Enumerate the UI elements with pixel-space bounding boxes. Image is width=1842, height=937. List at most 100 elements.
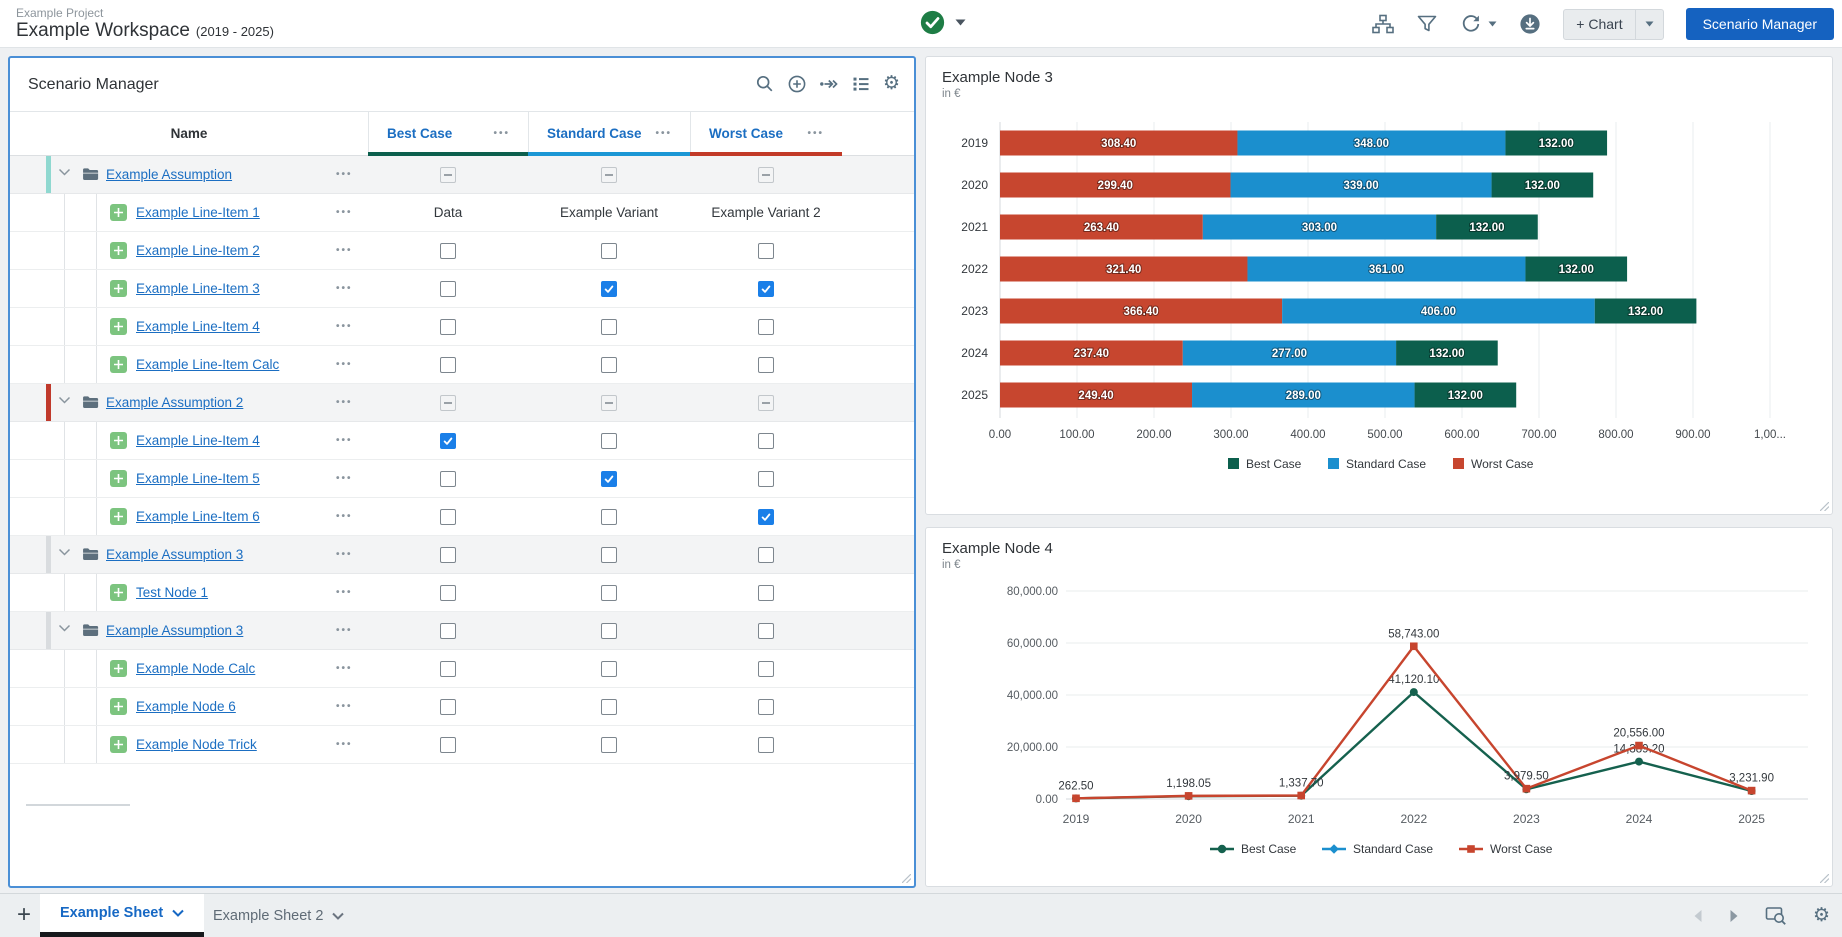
add-chart-split-button[interactable]: + Chart <box>1563 9 1663 40</box>
row-menu-button[interactable]: ••• <box>336 397 353 408</box>
node4-resize-handle[interactable] <box>1820 874 1829 883</box>
node-link[interactable]: Example Line-Item 6 <box>136 509 260 524</box>
collapse-chevron-icon[interactable] <box>58 548 71 557</box>
scenario-checkbox-unchecked[interactable] <box>440 661 456 677</box>
row-menu-button[interactable]: ••• <box>336 739 353 750</box>
scenario-checkbox-unchecked[interactable] <box>758 737 774 753</box>
panel-resize-handle[interactable] <box>902 874 911 883</box>
scenario-checkbox-unchecked[interactable] <box>601 737 617 753</box>
node-link[interactable]: Example Line-Item 1 <box>136 205 260 220</box>
scenario-checkbox-indeterminate[interactable] <box>758 395 774 411</box>
tree-item-row[interactable]: Test Node 1 ••• <box>10 574 914 612</box>
collapse-chevron-icon[interactable] <box>58 396 71 405</box>
node-link[interactable]: Example Assumption 2 <box>106 395 243 410</box>
scenario-checkbox-indeterminate[interactable] <box>601 167 617 183</box>
row-menu-button[interactable]: ••• <box>336 549 353 560</box>
row-menu-button[interactable]: ••• <box>336 625 353 636</box>
scenario-checkbox-unchecked[interactable] <box>440 281 456 297</box>
scenario-checkbox-unchecked[interactable] <box>440 471 456 487</box>
scenario-checkbox-unchecked[interactable] <box>601 509 617 525</box>
row-menu-button[interactable]: ••• <box>336 587 353 598</box>
tree-group-row[interactable]: Example Assumption 3 ••• <box>10 536 914 574</box>
horizontal-scrollbar-thumb[interactable] <box>26 804 130 806</box>
scenario-checkbox-checked[interactable] <box>758 509 774 525</box>
node-link[interactable]: Test Node 1 <box>136 585 208 600</box>
search-icon[interactable] <box>755 74 775 94</box>
row-menu-button[interactable]: ••• <box>336 473 353 484</box>
tree-item-row[interactable]: Example Line-Item 1•••DataExample Varian… <box>10 194 914 232</box>
scenario-checkbox-unchecked[interactable] <box>440 509 456 525</box>
hierarchy-icon[interactable] <box>1372 13 1394 35</box>
tree-item-row[interactable]: Example Line-Item 5 ••• <box>10 460 914 498</box>
scenario-checkbox-unchecked[interactable] <box>440 357 456 373</box>
scenario-checkbox-unchecked[interactable] <box>758 547 774 563</box>
standard-case-column-header[interactable]: Standard Case ••• <box>528 112 690 155</box>
node-link[interactable]: Example Node Calc <box>136 661 255 676</box>
scenario-checkbox-unchecked[interactable] <box>440 585 456 601</box>
scenario-checkbox-unchecked[interactable] <box>601 699 617 715</box>
jump-to-icon[interactable] <box>819 74 839 94</box>
worst-case-column-header[interactable]: Worst Case ••• <box>690 112 842 155</box>
node-link[interactable]: Example Line-Item 4 <box>136 433 260 448</box>
panel-settings-gear-icon[interactable]: ⚙ <box>883 74 900 94</box>
node-link[interactable]: Example Node Trick <box>136 737 257 752</box>
scenario-checkbox-unchecked[interactable] <box>440 319 456 335</box>
scenario-checkbox-unchecked[interactable] <box>758 585 774 601</box>
row-menu-button[interactable]: ••• <box>336 663 353 674</box>
node4-line-chart[interactable]: 0.0020,000.0040,000.0060,000.0080,000.00… <box>942 577 1818 873</box>
best-case-column-header[interactable]: Best Case ••• <box>368 112 528 155</box>
tree-item-row[interactable]: Example Line-Item 2••• <box>10 232 914 270</box>
best-case-menu-button[interactable]: ••• <box>493 128 510 139</box>
scenario-checkbox-unchecked[interactable] <box>758 357 774 373</box>
node-link[interactable]: Example Assumption 3 <box>106 547 243 562</box>
scenario-checkbox-checked[interactable] <box>758 281 774 297</box>
scenario-checkbox-indeterminate[interactable] <box>440 395 456 411</box>
download-icon[interactable] <box>1519 13 1541 35</box>
tree-item-row[interactable]: Example Line-Item 4 ••• <box>10 422 914 460</box>
node-link[interactable]: Example Node 6 <box>136 699 236 714</box>
tab-example-sheet-2[interactable]: Example Sheet 2 <box>193 894 364 937</box>
node-link[interactable]: Example Line-Item 2 <box>136 243 260 258</box>
scenario-checkbox-indeterminate[interactable] <box>758 167 774 183</box>
scenario-checkbox-unchecked[interactable] <box>440 623 456 639</box>
tree-group-row[interactable]: Example Assumption 2 ••• <box>10 384 914 422</box>
scenario-checkbox-checked[interactable] <box>601 471 617 487</box>
tab-example-sheet[interactable]: Example Sheet <box>40 894 204 937</box>
scenario-checkbox-unchecked[interactable] <box>758 623 774 639</box>
list-view-icon[interactable] <box>851 74 871 94</box>
collapse-chevron-icon[interactable] <box>58 624 71 633</box>
tree-group-row[interactable]: Example Assumption 3 ••• <box>10 612 914 650</box>
preview-icon[interactable] <box>1765 906 1787 926</box>
chart-dropdown-caret[interactable] <box>1636 21 1663 27</box>
status-dropdown-caret[interactable] <box>955 19 966 26</box>
scenario-checkbox-unchecked[interactable] <box>758 699 774 715</box>
add-circle-icon[interactable] <box>787 74 807 94</box>
scenario-checkbox-unchecked[interactable] <box>440 547 456 563</box>
scenario-checkbox-unchecked[interactable] <box>758 661 774 677</box>
tree-item-row[interactable]: Example Line-Item Calc••• <box>10 346 914 384</box>
scenario-checkbox-unchecked[interactable] <box>440 243 456 259</box>
node-link[interactable]: Example Assumption 3 <box>106 623 243 638</box>
scenario-manager-button[interactable]: Scenario Manager <box>1686 8 1834 40</box>
standard-case-menu-button[interactable]: ••• <box>655 128 672 139</box>
row-menu-button[interactable]: ••• <box>336 321 353 332</box>
node3-stacked-bar-chart[interactable]: 2019308.40348.00132.002020299.40339.0013… <box>942 110 1818 486</box>
row-menu-button[interactable]: ••• <box>336 207 353 218</box>
filter-icon[interactable] <box>1416 13 1438 35</box>
scroll-tabs-right-icon[interactable] <box>1729 909 1739 923</box>
row-menu-button[interactable]: ••• <box>336 169 353 180</box>
scenario-checkbox-unchecked[interactable] <box>601 433 617 449</box>
node-link[interactable]: Example Line-Item 5 <box>136 471 260 486</box>
scenario-checkbox-checked[interactable] <box>440 433 456 449</box>
name-column-header[interactable]: Name <box>10 112 368 155</box>
row-menu-button[interactable]: ••• <box>336 435 353 446</box>
scenario-checkbox-unchecked[interactable] <box>601 319 617 335</box>
tree-item-row[interactable]: Example Node Trick ••• <box>10 726 914 764</box>
sheet-settings-gear-icon[interactable]: ⚙ <box>1813 906 1830 925</box>
row-menu-button[interactable]: ••• <box>336 701 353 712</box>
scenario-checkbox-unchecked[interactable] <box>601 623 617 639</box>
scenario-checkbox-unchecked[interactable] <box>440 699 456 715</box>
scenario-checkbox-unchecked[interactable] <box>601 661 617 677</box>
add-sheet-button[interactable]: + <box>10 902 38 930</box>
row-menu-button[interactable]: ••• <box>336 511 353 522</box>
